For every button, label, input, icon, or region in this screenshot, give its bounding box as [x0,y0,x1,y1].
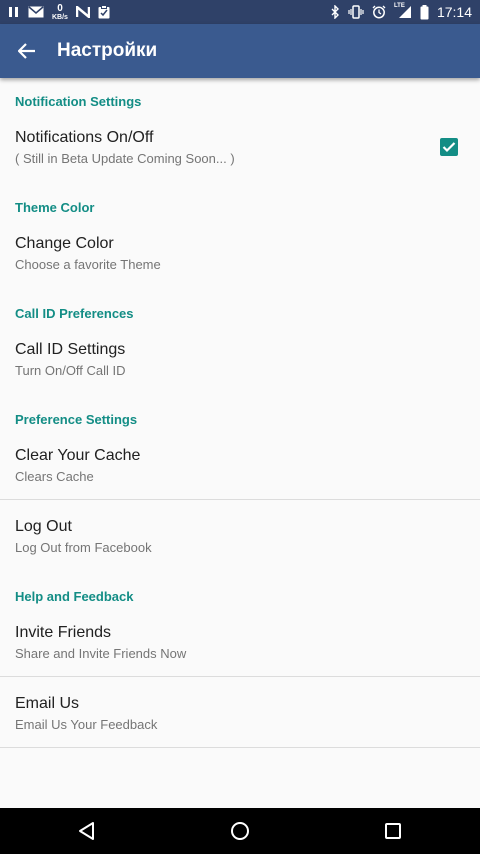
pref-title: Invite Friends [15,624,112,641]
back-button[interactable] [13,37,41,65]
pref-invite-friends[interactable]: Invite Friends Share and Invite Friends … [0,615,480,677]
pref-change-color[interactable]: Change Color Choose a favorite Theme [0,226,480,284]
pref-title: Notifications On/Off [15,129,154,146]
pref-summary: Email Us Your Feedback [15,717,158,732]
nav-recents-button[interactable] [381,819,405,843]
pref-title: Call ID Settings [15,341,126,358]
clipboard-icon [98,5,110,19]
notifications-checkbox[interactable] [440,138,458,156]
check-icon [442,142,456,153]
divider [0,747,480,748]
pref-email-us[interactable]: Email Us Email Us Your Feedback [0,686,480,748]
nav-home-button[interactable] [228,819,252,843]
alarm-icon [372,5,386,19]
status-time: 17:14 [436,4,472,20]
signal-icon: LTE [394,3,412,19]
status-right: LTE 17:14 [330,3,472,20]
n-icon [75,6,90,18]
bluetooth-icon [331,5,339,19]
pref-summary: Choose a favorite Theme [15,257,161,272]
pref-log-out[interactable]: Log Out Log Out from Facebook [0,509,480,571]
network-speed-icon: 0 KB/s [52,2,68,21]
pref-summary: Turn On/Off Call ID [15,363,126,378]
pref-clear-cache[interactable]: Clear Your Cache Clears Cache [0,438,480,500]
battery-icon [420,4,429,19]
pref-summary: Share and Invite Friends Now [15,646,187,661]
pref-summary: Log Out from Facebook [15,540,152,555]
pref-summary: ( Still in Beta Update Coming Soon... ) [15,151,235,166]
pref-call-id-settings[interactable]: Call ID Settings Turn On/Off Call ID [0,332,480,390]
category-call-id-preferences: Call ID Preferences [15,306,134,321]
arrow-back-icon [18,43,35,59]
pref-title: Email Us [15,695,80,712]
nav-back-button[interactable] [75,819,99,843]
divider [0,676,480,677]
category-help-and-feedback: Help and Feedback [15,589,134,604]
divider [0,499,480,500]
pref-title: Clear Your Cache [15,447,141,464]
toolbar: Настройки [0,24,480,78]
category-theme-color: Theme Color [15,200,95,215]
status-left: 0 KB/s [8,2,110,21]
network-speed-unit: KB/s [52,13,68,21]
category-notification-settings: Notification Settings [15,94,142,109]
pref-title: Change Color [15,235,114,252]
pref-summary: Clears Cache [15,469,94,484]
status-bar: 0 KB/s LTE 17:14 [0,0,480,24]
pause-icon [9,7,18,17]
pref-title: Log Out [15,518,72,535]
pref-notifications[interactable]: Notifications On/Off ( Still in Beta Upd… [0,120,480,178]
vibrate-icon [348,5,364,19]
category-preference-settings: Preference Settings [15,412,138,427]
recents-square-icon [385,823,401,839]
back-triangle-icon [79,822,94,840]
home-circle-icon [231,822,249,840]
network-speed-value: 0 [57,2,63,14]
page-title: Настройки [57,40,158,61]
navigation-bar [0,808,480,854]
mail-icon [28,6,44,18]
